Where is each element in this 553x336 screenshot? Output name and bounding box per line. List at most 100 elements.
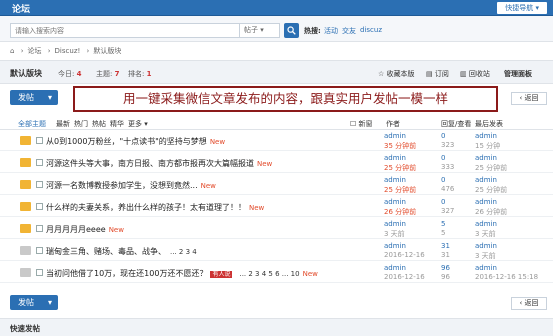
thread-date: 25 分钟前 bbox=[384, 186, 417, 194]
search-row: 帖子 ▾ 热搜: 活动 交友 discuz bbox=[0, 16, 553, 42]
quick-post-title: 快速发帖 bbox=[10, 324, 40, 333]
thread-checkbox[interactable] bbox=[36, 159, 43, 166]
last-post-date: 25 分钟前 bbox=[475, 164, 508, 172]
last-poster[interactable]: admin bbox=[475, 198, 497, 206]
forum-title: 默认版块 bbox=[10, 69, 42, 78]
last-poster[interactable]: admin bbox=[475, 264, 497, 272]
filter-all[interactable]: 全部主题 bbox=[18, 119, 46, 129]
folder-icon bbox=[20, 158, 31, 167]
hot-search-link[interactable]: discuz bbox=[360, 26, 382, 34]
search-button[interactable] bbox=[284, 23, 299, 38]
last-poster[interactable]: admin bbox=[475, 176, 497, 184]
thread-pages: ... 2 3 4 bbox=[170, 248, 197, 256]
quick-post-section: 快速发帖 bbox=[0, 318, 553, 336]
favorite-forum-link[interactable]: ☆ 收藏本版 bbox=[378, 69, 415, 79]
column-last-post: 最后发表 bbox=[475, 120, 503, 128]
table-row: 河源一名数博教授参加学生，没想到竟然... New admin 25 分钟前 0 47… bbox=[0, 175, 553, 195]
thread-views: 323 bbox=[441, 141, 455, 149]
thread-checkbox[interactable] bbox=[36, 269, 43, 276]
last-post-date: 3 天前 bbox=[475, 230, 496, 238]
recycle-bin-link[interactable]: ▥ 回收站 bbox=[460, 69, 490, 79]
last-poster[interactable]: admin bbox=[475, 242, 497, 250]
last-poster[interactable]: admin bbox=[475, 154, 497, 162]
thread-author[interactable]: admin bbox=[384, 264, 406, 272]
last-post-date: 26 分钟前 bbox=[475, 208, 508, 216]
thread-checkbox[interactable] bbox=[36, 225, 43, 232]
last-poster[interactable]: admin bbox=[475, 220, 497, 228]
thread-author[interactable]: admin bbox=[384, 154, 406, 162]
last-post-date: 3 天前 bbox=[475, 252, 496, 260]
breadcrumb-item[interactable]: Discuz! bbox=[55, 47, 81, 55]
table-row: 瑞甸金三角、赌场、毒品、战争、... 2 3 4 admin 2016-12-16… bbox=[0, 241, 553, 261]
forum-header: 默认版块 今日: 4 主题: 7 排名: 1 ☆ 收藏本版 ▤ 订阅 ▥ 回收站… bbox=[0, 60, 553, 84]
thread-author[interactable]: admin bbox=[384, 242, 406, 250]
search-type-label: 帖子 bbox=[244, 26, 258, 34]
subscribe-link[interactable]: ▤ 订阅 bbox=[426, 69, 449, 79]
column-replies: 回复/查看 bbox=[441, 120, 472, 128]
back-button[interactable]: ‹ 返回 bbox=[511, 92, 547, 105]
quick-nav-button[interactable]: 快捷导航 ▾ bbox=[497, 2, 547, 14]
thread-title[interactable]: 瑞甸金三角、赌场、毒品、战争、... 2 3 4 bbox=[46, 246, 197, 257]
table-row: 河源这件头等大事，南方日报、南方都市报再次大篇幅报道 New admin 25 分钟… bbox=[0, 153, 553, 173]
hot-search-link[interactable]: 活动 bbox=[324, 26, 338, 36]
thread-views: 476 bbox=[441, 185, 455, 193]
thread-date: 2016-12-16 bbox=[384, 273, 425, 281]
thread-title[interactable]: 从0到1000万粉丝，"十点读书"的坚持与梦想 New bbox=[46, 136, 225, 147]
new-post-button[interactable]: 发帖 ▾ bbox=[10, 90, 58, 105]
site-title[interactable]: 论坛 bbox=[12, 2, 30, 15]
folder-icon bbox=[20, 180, 31, 189]
thread-checkbox[interactable] bbox=[36, 247, 43, 254]
filter-hot-posts[interactable]: 热帖 bbox=[92, 119, 106, 129]
filter-bar: 全部主题 最新 热门 热帖 精华 更多 ▾ ☐ 新窗 作者 回复/查看 最后发表 bbox=[0, 116, 553, 130]
column-author: 作者 bbox=[386, 120, 400, 128]
thread-views: 333 bbox=[441, 163, 455, 171]
filter-hot[interactable]: 热门 bbox=[74, 119, 88, 129]
chevron-down-icon: ▾ bbox=[47, 298, 52, 307]
top-bar: 论坛 快捷导航 ▾ bbox=[0, 0, 553, 16]
thread-replies: 31 bbox=[441, 242, 450, 250]
thread-replies: 5 bbox=[441, 220, 446, 228]
back-button-bottom[interactable]: ‹ 返回 bbox=[511, 297, 547, 310]
thread-date: 25 分钟前 bbox=[384, 164, 417, 172]
thread-title[interactable]: 月月月月月eeee New bbox=[46, 224, 124, 235]
thread-author[interactable]: admin bbox=[384, 220, 406, 228]
home-icon[interactable]: ⌂ bbox=[10, 47, 14, 55]
thread-replies: 0 bbox=[441, 176, 446, 184]
thread-checkbox[interactable] bbox=[36, 181, 43, 188]
thread-author[interactable]: admin bbox=[384, 198, 406, 206]
thread-author[interactable]: admin bbox=[384, 176, 406, 184]
thread-title[interactable]: 河源一名数博教授参加学生，没想到竟然... New bbox=[46, 180, 216, 191]
chevron-down-icon: ▾ bbox=[47, 93, 52, 102]
hot-search-label: 热搜: bbox=[304, 27, 321, 35]
search-type-select[interactable]: 帖子 ▾ bbox=[240, 23, 280, 38]
thread-title[interactable]: 什么样的夫妻关系，养出什么样的孩子！太有道理了！！ New bbox=[46, 202, 264, 213]
folder-icon bbox=[20, 246, 31, 255]
thread-author[interactable]: admin bbox=[384, 132, 406, 140]
thread-views: 5 bbox=[441, 229, 446, 237]
thread-checkbox[interactable] bbox=[36, 203, 43, 210]
hot-tag: 有人说 bbox=[210, 271, 233, 278]
filter-digest[interactable]: 精华 bbox=[110, 119, 124, 129]
breadcrumb-item[interactable]: 论坛 bbox=[28, 47, 42, 55]
promo-banner: 用一键采集微信文章发布的内容，跟真实用户发帖一模一样 bbox=[73, 86, 498, 112]
table-row: 什么样的夫妻关系，养出什么样的孩子！太有道理了！！ New admin 26 分钟前… bbox=[0, 197, 553, 217]
new-window-toggle[interactable]: ☐ 新窗 bbox=[350, 119, 373, 129]
filter-latest[interactable]: 最新 bbox=[56, 119, 70, 129]
breadcrumb-item[interactable]: 默认版块 bbox=[93, 47, 121, 55]
topics-stat: 主题: 7 bbox=[96, 70, 120, 78]
thread-views: 327 bbox=[441, 207, 455, 215]
thread-date: 26 分钟前 bbox=[384, 208, 417, 216]
thread-title[interactable]: 当初问他借了10万，现在还100万还不愿还？ 有人说... 2 3 4 5 6 .… bbox=[46, 268, 318, 279]
admin-panel-link[interactable]: 管理面板 bbox=[504, 69, 532, 79]
table-row: 从0到1000万粉丝，"十点读书"的坚持与梦想 New admin 35 分钟前 0… bbox=[0, 131, 553, 151]
new-post-button-bottom[interactable]: 发帖 ▾ bbox=[10, 295, 58, 310]
filter-more[interactable]: 更多 ▾ bbox=[128, 119, 148, 129]
thread-title[interactable]: 河源这件头等大事，南方日报、南方都市报再次大篇幅报道 New bbox=[46, 158, 272, 169]
last-post-date: 15 分钟 bbox=[475, 142, 501, 150]
search-input[interactable] bbox=[10, 23, 240, 38]
last-poster[interactable]: admin bbox=[475, 132, 497, 140]
thread-replies: 96 bbox=[441, 264, 450, 272]
folder-icon bbox=[20, 224, 31, 233]
thread-checkbox[interactable] bbox=[36, 137, 43, 144]
hot-search-link[interactable]: 交友 bbox=[342, 26, 356, 36]
